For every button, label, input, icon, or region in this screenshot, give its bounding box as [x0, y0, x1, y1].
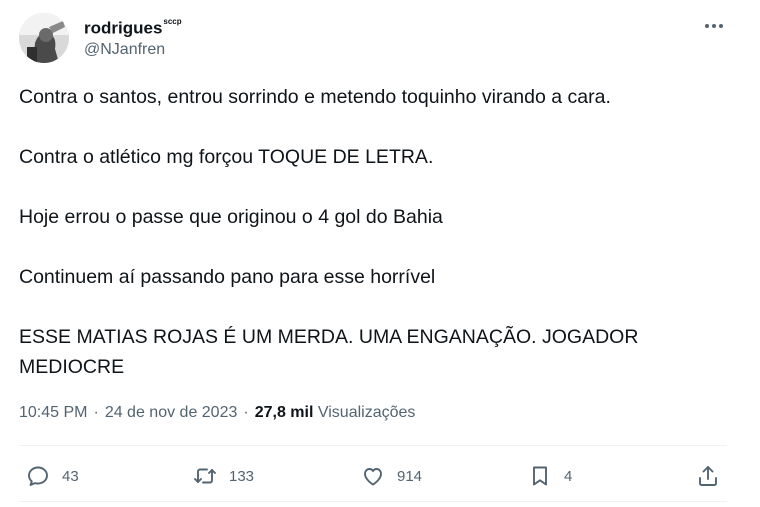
author-handle[interactable]: @NJanfren: [84, 40, 165, 60]
bookmark-button[interactable]: 4: [528, 462, 572, 490]
author-display-name: rodrigues: [84, 18, 163, 38]
tweet-time[interactable]: 10:45 PM: [19, 404, 87, 421]
tweet: rodriguessccp @NJanfren Contra o santos,…: [0, 0, 760, 507]
author-name-superscript: sccp: [163, 17, 182, 26]
views-count: 27,8 mil: [254, 404, 314, 421]
tweet-paragraph: Continuem aí passando pano para esse hor…: [19, 266, 436, 288]
tweet-meta: 10:45 PM · 24 de nov de 2023 · 27,8 mil Visu…: [19, 401, 415, 425]
reply-icon: [28, 466, 48, 486]
tweet-paragraph: Contra o santos, entrou sorrindo e meten…: [19, 86, 611, 108]
author-name[interactable]: rodriguessccp: [84, 14, 182, 40]
tweet-date[interactable]: 24 de nov de 2023: [105, 404, 238, 421]
meta-separator: ·: [243, 404, 249, 421]
share-button[interactable]: [696, 462, 720, 490]
reply-button[interactable]: 43: [26, 462, 79, 490]
like-button[interactable]: 914: [361, 462, 422, 490]
tweet-text: Contra o santos, entrou sorrindo e meten…: [19, 82, 719, 382]
retweet-icon: [194, 468, 216, 484]
bookmark-count: 4: [564, 467, 573, 485]
more-dots-icon: [705, 24, 723, 28]
share-icon: [699, 466, 717, 486]
tweet-paragraph: Contra o atlético mg forçou TOQUE DE LET…: [19, 146, 434, 168]
divider: [19, 445, 727, 446]
meta-separator: ·: [93, 404, 99, 421]
views-label: Visualizações: [317, 404, 416, 421]
avatar[interactable]: [19, 13, 69, 63]
tweet-paragraph: ESSE MATIAS ROJAS É UM MERDA. UMA ENGANA…: [19, 326, 639, 378]
like-count: 914: [397, 467, 423, 485]
divider: [19, 501, 727, 502]
reply-count: 43: [62, 467, 79, 485]
bookmark-icon: [533, 466, 547, 486]
more-button[interactable]: [700, 14, 728, 38]
action-bar: 43 133 914 4: [19, 452, 727, 500]
retweet-count: 133: [229, 467, 255, 485]
heart-icon: [364, 468, 382, 486]
tweet-paragraph: Hoje errou o passe que originou o 4 gol …: [19, 206, 443, 228]
avatar-image: [19, 13, 69, 63]
retweet-button[interactable]: 133: [193, 462, 254, 490]
